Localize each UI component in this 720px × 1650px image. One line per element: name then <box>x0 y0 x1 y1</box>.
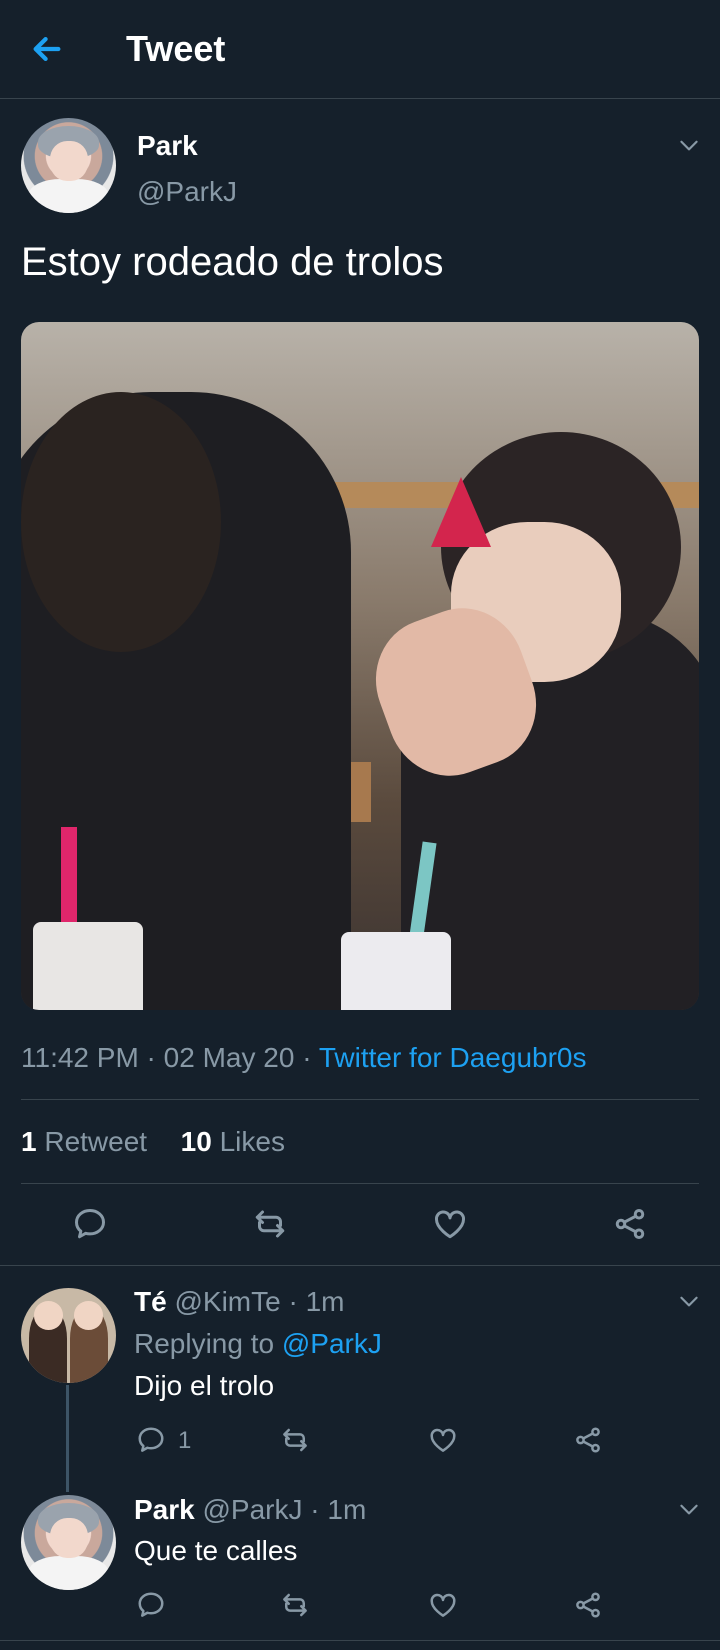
replying-to: Replying to @ParkJ <box>134 1328 382 1359</box>
share-icon[interactable] <box>573 1590 603 1620</box>
heart-icon[interactable] <box>428 1590 458 1620</box>
reply-avatar[interactable] <box>21 1495 116 1590</box>
heart-icon[interactable] <box>432 1206 468 1242</box>
reply-count: 1 <box>178 1427 192 1454</box>
author-name[interactable]: Park <box>137 130 198 162</box>
actions-divider <box>0 1265 720 1266</box>
tweet-text: Estoy rodeado de trolos <box>21 240 444 284</box>
reply-time: 1m <box>327 1494 367 1525</box>
share-icon[interactable] <box>612 1206 648 1242</box>
tweet-time: 11:42 PM <box>21 1042 139 1073</box>
author-handle[interactable]: @ParkJ <box>137 176 237 208</box>
counts-divider <box>21 1183 699 1184</box>
comment-icon[interactable] <box>72 1206 108 1242</box>
comment-icon[interactable] <box>136 1425 166 1455</box>
tweet-source-link[interactable]: Twitter for Daegubr0s <box>319 1042 587 1073</box>
author-avatar[interactable] <box>21 118 116 213</box>
chevron-down-icon[interactable] <box>676 1288 702 1314</box>
meta-divider <box>21 1099 699 1100</box>
reply-header: Té @KimTe · 1m <box>134 1286 345 1317</box>
like-count[interactable]: 10 Likes <box>181 1126 285 1157</box>
tweet-meta: 11:42 PM · 02 May 20 · Twitter for Daegu… <box>21 1042 587 1073</box>
retweet-icon[interactable] <box>280 1590 310 1620</box>
reply-avatar[interactable] <box>21 1288 116 1383</box>
reply-author-name[interactable]: Park <box>134 1494 195 1525</box>
reply-time: 1m <box>305 1286 345 1317</box>
replying-to-handle[interactable]: @ParkJ <box>282 1328 382 1359</box>
reply-header: Park @ParkJ · 1m <box>134 1494 367 1525</box>
engagement-counts: 1 Retweet 10 Likes <box>21 1126 285 1158</box>
tweet-media-image[interactable] <box>21 322 699 1010</box>
page-title: Tweet <box>126 28 226 69</box>
share-icon[interactable] <box>573 1425 603 1455</box>
comment-icon[interactable] <box>136 1590 166 1620</box>
reply-text: Que te calles <box>134 1535 298 1566</box>
reply-author-handle[interactable]: @KimTe <box>174 1286 280 1317</box>
header-divider <box>0 98 720 99</box>
bottom-divider <box>0 1640 720 1641</box>
tweet-date: 02 May 20 <box>163 1042 295 1073</box>
reply-author-handle[interactable]: @ParkJ <box>203 1494 303 1525</box>
chevron-down-icon[interactable] <box>676 132 702 158</box>
chevron-down-icon[interactable] <box>676 1496 702 1522</box>
retweet-icon[interactable] <box>280 1425 310 1455</box>
back-arrow-icon[interactable] <box>30 32 64 66</box>
heart-icon[interactable] <box>428 1425 458 1455</box>
retweet-icon[interactable] <box>252 1206 288 1242</box>
thread-line <box>66 1385 69 1492</box>
reply-author-name[interactable]: Té <box>134 1286 167 1317</box>
retweet-count[interactable]: 1 Retweet <box>21 1126 147 1157</box>
reply-text: Dijo el trolo <box>134 1370 275 1401</box>
